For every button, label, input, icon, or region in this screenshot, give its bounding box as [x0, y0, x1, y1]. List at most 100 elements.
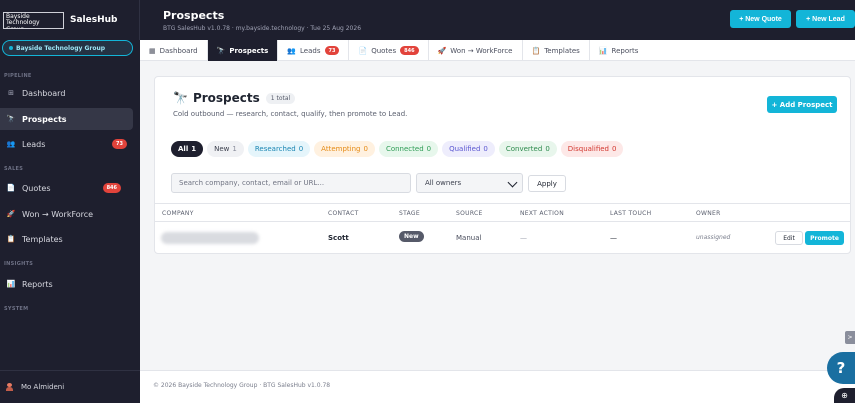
filter-chip-connected[interactable]: Connected 0 [378, 141, 439, 157]
chart-icon: 📊 [6, 280, 16, 288]
tab-templates[interactable]: 📋 Templates [523, 40, 590, 61]
corner-widget-icon[interactable]: ⊕ [834, 388, 855, 403]
sidebar-item-leads[interactable]: 👥 Leads 73 [0, 133, 133, 155]
filter-chip-attempting[interactable]: Attempting 0 [314, 141, 375, 157]
section-label-pipeline: PIPELINE [4, 73, 32, 79]
user-profile[interactable]: Mo Almideni [0, 370, 140, 403]
help-button[interactable]: ? [827, 352, 855, 384]
filter-chip-converted[interactable]: Converted 0 [498, 141, 557, 157]
sidebar-item-label: Dashboard [22, 88, 66, 98]
card-title: 🔭 Prospects 1 total [173, 91, 296, 105]
filter-chip-all[interactable]: All 1 [171, 141, 204, 157]
tab-bar: ▦ Dashboard 🔭 Prospects 👥 Leads 73 📄 Quo… [140, 40, 855, 61]
footer: © 2026 Bayside Technology Group · BTG Sa… [140, 370, 855, 403]
org-switcher[interactable]: Bayside Technology Group [2, 40, 133, 56]
table-row[interactable]: Scott New Manual — — unassigned Edit Pro… [155, 222, 850, 253]
filter-chip-disqualified[interactable]: Disqualified 0 [560, 141, 624, 157]
new-quote-button[interactable]: + New Quote [730, 10, 791, 28]
chip-label: Qualified [449, 145, 481, 153]
chip-label: Attempting [321, 145, 361, 153]
sidebar: Bayside Technology Group PIPELINE ⊞ Dash… [0, 40, 140, 403]
column-header-stage[interactable]: STAGE [399, 210, 420, 217]
filter-chip-new[interactable]: New 1 [207, 141, 244, 157]
org-dot-icon [9, 46, 13, 50]
new-lead-button[interactable]: + New Lead [796, 10, 855, 28]
stage-filter-chips: All 1 New 1 Researched 0 Attempting 0 Connec… [171, 141, 624, 157]
sidebar-item-label: Quotes [22, 183, 51, 193]
document-icon: 📄 [358, 46, 368, 55]
tab-label: Templates [544, 46, 580, 55]
chip-count: 0 [545, 145, 550, 153]
sidebar-item-won-workforce[interactable]: 🚀 Won → WorkForce [0, 203, 133, 225]
tab-badge: 846 [400, 46, 419, 55]
user-name: Mo Almideni [21, 383, 65, 391]
prospects-card: 🔭 Prospects 1 total Cold outbound — rese… [154, 76, 851, 254]
edit-button[interactable]: Edit [775, 231, 803, 245]
tab-quotes[interactable]: 📄 Quotes 846 [349, 40, 429, 61]
tab-badge: 73 [324, 46, 340, 55]
people-icon: 👥 [287, 46, 297, 55]
tab-won-workforce[interactable]: 🚀 Won → WorkForce [429, 40, 523, 61]
sidebar-item-label: Reports [22, 279, 53, 289]
add-prospect-button[interactable]: + Add Prospect [767, 96, 837, 113]
tab-label: Quotes [371, 46, 397, 55]
brand-logo[interactable]: Bayside Technology Group. [3, 11, 64, 29]
rocket-icon: 🚀 [437, 46, 447, 55]
total-count-badge: 1 total [265, 92, 296, 104]
chip-count: 0 [363, 145, 368, 153]
chip-count: 1 [232, 145, 237, 153]
tab-prospects[interactable]: 🔭 Prospects [207, 40, 279, 61]
sidebar-item-prospects[interactable]: 🔭 Prospects [0, 108, 133, 130]
chip-count: 0 [426, 145, 432, 153]
chart-icon: 📊 [598, 46, 608, 55]
brand: Bayside Technology Group. SalesHub [0, 0, 140, 40]
sidebar-item-templates[interactable]: 📋 Templates [0, 228, 133, 250]
column-header-next-action[interactable]: NEXT ACTION [520, 210, 564, 217]
sidebar-item-reports[interactable]: 📊 Reports [0, 273, 133, 295]
column-header-company[interactable]: COMPANY [162, 210, 194, 217]
stage-badge: New [399, 231, 424, 242]
last-touch-cell: — [610, 234, 617, 242]
sidebar-item-label: Templates [22, 234, 63, 244]
apply-button[interactable]: Apply [528, 175, 566, 192]
section-label-insights: INSIGHTS [4, 261, 34, 267]
template-icon: 📋 [6, 235, 16, 243]
sidebar-item-quotes[interactable]: 📄 Quotes 846 [0, 177, 133, 199]
owner-select[interactable]: All owners [416, 173, 523, 193]
chip-label: Connected [385, 145, 424, 153]
sidebar-item-label: Won → WorkForce [22, 209, 94, 219]
quotes-count-badge: 846 [102, 183, 121, 193]
tab-label: Reports [611, 46, 639, 55]
telescope-icon: 🔭 [173, 91, 188, 105]
tab-label: Won → WorkForce [450, 46, 513, 55]
chip-count: 0 [611, 145, 617, 153]
rocket-icon: 🚀 [6, 210, 16, 218]
owner-cell: unassigned [696, 234, 731, 241]
column-header-source[interactable]: SOURCE [456, 210, 483, 217]
tab-leads[interactable]: 👥 Leads 73 [278, 40, 350, 61]
chip-count: 1 [191, 145, 197, 153]
filter-chip-researched[interactable]: Researched 0 [247, 141, 311, 157]
sidebar-item-label: Prospects [22, 114, 67, 124]
collapse-arrow-icon[interactable]: > [845, 331, 855, 344]
column-header-contact[interactable]: CONTACT [328, 210, 359, 217]
chip-count: 0 [483, 145, 488, 153]
section-label-system: SYSTEM [4, 306, 29, 312]
chip-label: All [178, 145, 189, 153]
avatar-icon [6, 383, 13, 391]
search-input[interactable]: Search company, contact, email or URL... [171, 173, 411, 193]
column-header-last-touch[interactable]: LAST TOUCH [610, 210, 651, 217]
sidebar-item-dashboard[interactable]: ⊞ Dashboard [0, 82, 133, 104]
table-header: COMPANY CONTACT STAGE SOURCE NEXT ACTION… [155, 203, 850, 222]
company-name-redacted[interactable] [161, 232, 259, 244]
column-header-owner[interactable]: OWNER [696, 210, 721, 217]
telescope-icon: 🔭 [6, 115, 16, 123]
tab-dashboard[interactable]: ▦ Dashboard [140, 40, 208, 61]
chip-label: Researched [254, 145, 296, 153]
tab-reports[interactable]: 📊 Reports [590, 40, 648, 61]
card-description: Cold outbound — research, contact, quali… [173, 110, 408, 118]
promote-button[interactable]: Promote [805, 231, 844, 245]
people-icon: 👥 [6, 140, 16, 148]
filter-chip-qualified[interactable]: Qualified 0 [442, 141, 495, 157]
card-title-text: Prospects [192, 91, 260, 105]
